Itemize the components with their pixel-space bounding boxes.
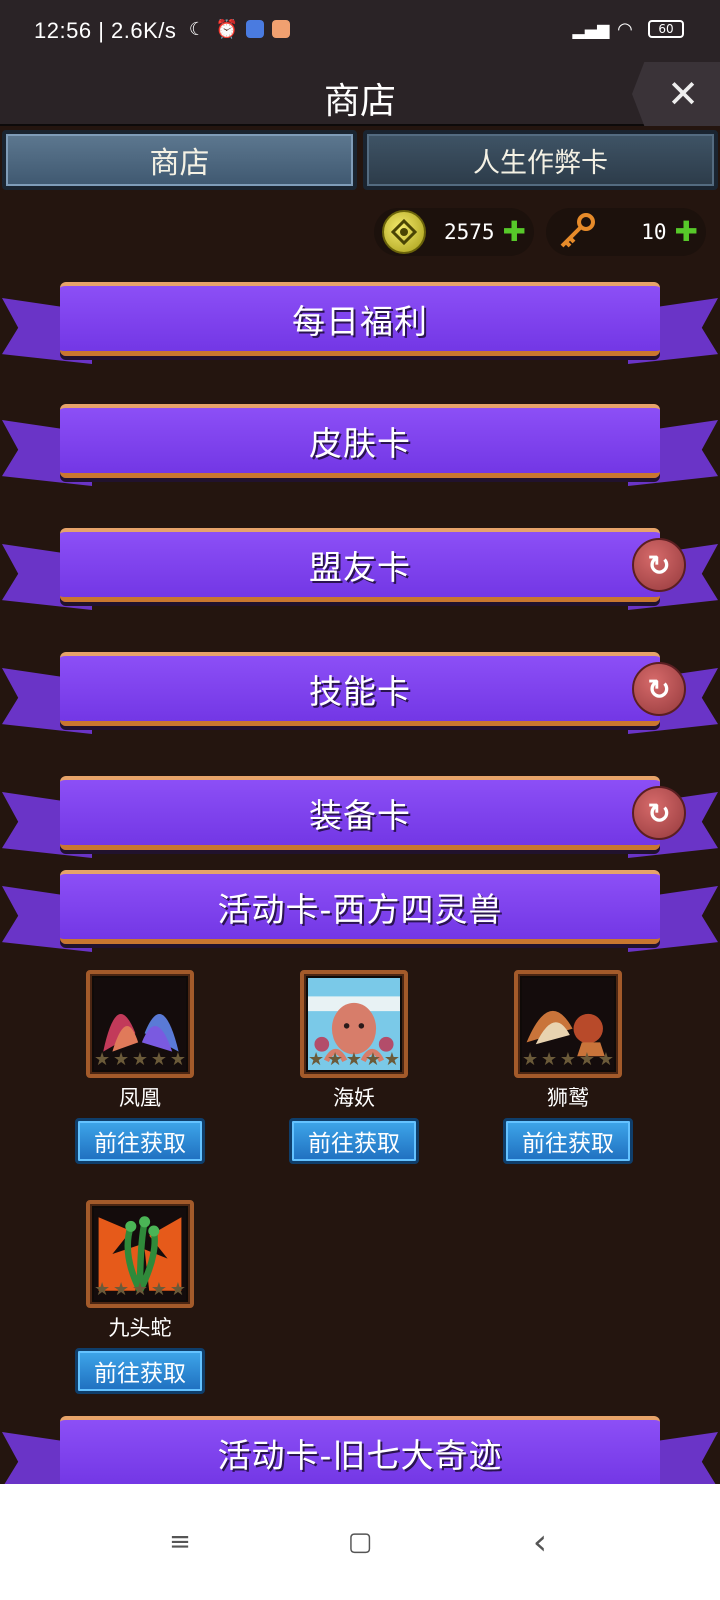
- clock-text: 12:56: [34, 18, 92, 43]
- ribbon-band: 盟友卡: [60, 528, 660, 602]
- moon-icon: ☾: [188, 18, 206, 40]
- go-obtain-button[interactable]: 前往获取: [75, 1348, 205, 1394]
- star-rating: ★ ★ ★ ★ ★: [94, 1049, 186, 1070]
- page-title: 商店: [323, 81, 396, 122]
- battery-level: 60: [658, 22, 674, 36]
- go-obtain-button[interactable]: 前往获取: [289, 1118, 419, 1164]
- go-obtain-button[interactable]: 前往获取: [503, 1118, 633, 1164]
- key-icon: [554, 210, 598, 254]
- card-frame: ★ ★ ★ ★ ★: [86, 1200, 194, 1308]
- card-frame: ★ ★ ★ ★ ★: [300, 970, 408, 1078]
- menu-icon[interactable]: ≡: [160, 1527, 200, 1557]
- home-icon[interactable]: ▢: [340, 1527, 380, 1557]
- wifi-icon: ◠: [617, 18, 633, 40]
- add-keys-button[interactable]: ✚: [675, 218, 698, 246]
- key-amount: 10: [641, 220, 667, 244]
- currency-row: 2575 ✚ 10 ✚: [374, 208, 706, 256]
- section-title: 装备卡: [309, 795, 411, 835]
- card-name: 九头蛇: [108, 1316, 172, 1340]
- battery-icon: 60: [648, 20, 684, 38]
- ribbon-band: 装备卡: [60, 776, 660, 850]
- card-name: 海妖: [333, 1086, 375, 1110]
- refresh-button[interactable]: ↻: [632, 786, 686, 840]
- section-event-west-beasts: 活动卡-西方四灵兽: [0, 870, 720, 956]
- card-name: 凤凰: [119, 1086, 161, 1110]
- coin-icon: [382, 210, 426, 254]
- coin-currency: 2575 ✚: [374, 208, 534, 256]
- close-button[interactable]: ✕: [632, 62, 720, 126]
- coin-amount: 2575: [443, 220, 495, 244]
- title-bar: 商店 ✕: [0, 62, 720, 126]
- tab-bar: 商店 人生作弊卡: [0, 130, 720, 194]
- refresh-icon: ↻: [647, 796, 671, 830]
- star-rating: ★ ★ ★ ★ ★: [308, 1049, 400, 1070]
- section-title: 活动卡-西方四灵兽: [217, 889, 503, 929]
- card-griffin: ★ ★ ★ ★ ★ 狮鹫 前往获取: [503, 970, 633, 1164]
- tab-cheat-cards[interactable]: 人生作弊卡: [363, 130, 718, 190]
- card-frame: ★ ★ ★ ★ ★: [514, 970, 622, 1078]
- section-title: 盟友卡: [309, 547, 411, 587]
- section-skill-cards[interactable]: 技能卡 ↻: [0, 652, 720, 738]
- ribbon-band: 活动卡-西方四灵兽: [60, 870, 660, 944]
- ribbon-band: 技能卡: [60, 652, 660, 726]
- tab-shop[interactable]: 商店: [2, 130, 357, 190]
- signal-icon: ▂▄▆: [572, 19, 610, 39]
- card-phoenix: ★ ★ ★ ★ ★ 凤凰 前往获取: [75, 970, 205, 1164]
- alarm-icon: ⏰: [215, 18, 239, 40]
- section-daily-welfare[interactable]: 每日福利: [0, 282, 720, 368]
- star-rating: ★ ★ ★ ★ ★: [94, 1279, 186, 1300]
- section-skin-cards[interactable]: 皮肤卡: [0, 404, 720, 490]
- card-frame: ★ ★ ★ ★ ★: [86, 970, 194, 1078]
- network-speed: | 2.6K/s: [98, 18, 177, 43]
- ribbon-band: 每日福利: [60, 282, 660, 356]
- refresh-icon: ↻: [647, 548, 671, 582]
- section-title: 每日福利: [292, 301, 428, 341]
- status-bar: 12:56 | 2.6K/s ☾ ⏰ ▂▄▆ ◠ 60: [0, 0, 720, 62]
- ribbon-band: 皮肤卡: [60, 404, 660, 478]
- app-notification-icon-2: [272, 20, 290, 38]
- section-equipment-cards[interactable]: 装备卡 ↻: [0, 776, 720, 862]
- system-nav-bar: ≡ ▢ ‹: [0, 1484, 720, 1600]
- section-title: 技能卡: [309, 671, 411, 711]
- section-title: 皮肤卡: [309, 423, 411, 463]
- back-icon[interactable]: ‹: [520, 1522, 560, 1563]
- section-ally-cards[interactable]: 盟友卡 ↻: [0, 528, 720, 614]
- key-currency: 10 ✚: [546, 208, 706, 256]
- card-name: 狮鹫: [547, 1086, 589, 1110]
- add-coins-button[interactable]: ✚: [503, 218, 526, 246]
- refresh-icon: ↻: [647, 672, 671, 706]
- status-time: 12:56 | 2.6K/s: [34, 18, 176, 44]
- refresh-button[interactable]: ↻: [632, 538, 686, 592]
- star-rating: ★ ★ ★ ★ ★: [522, 1049, 614, 1070]
- refresh-button[interactable]: ↻: [632, 662, 686, 716]
- section-title: 活动卡-旧七大奇迹: [217, 1435, 503, 1475]
- card-kraken: ★ ★ ★ ★ ★ 海妖 前往获取: [289, 970, 419, 1164]
- app-notification-icon: [246, 20, 264, 38]
- close-icon: ✕: [667, 72, 699, 116]
- card-hydra: ★ ★ ★ ★ ★ 九头蛇 前往获取: [75, 1200, 205, 1394]
- go-obtain-button[interactable]: 前往获取: [75, 1118, 205, 1164]
- ribbon-band: 活动卡-旧七大奇迹: [60, 1416, 660, 1490]
